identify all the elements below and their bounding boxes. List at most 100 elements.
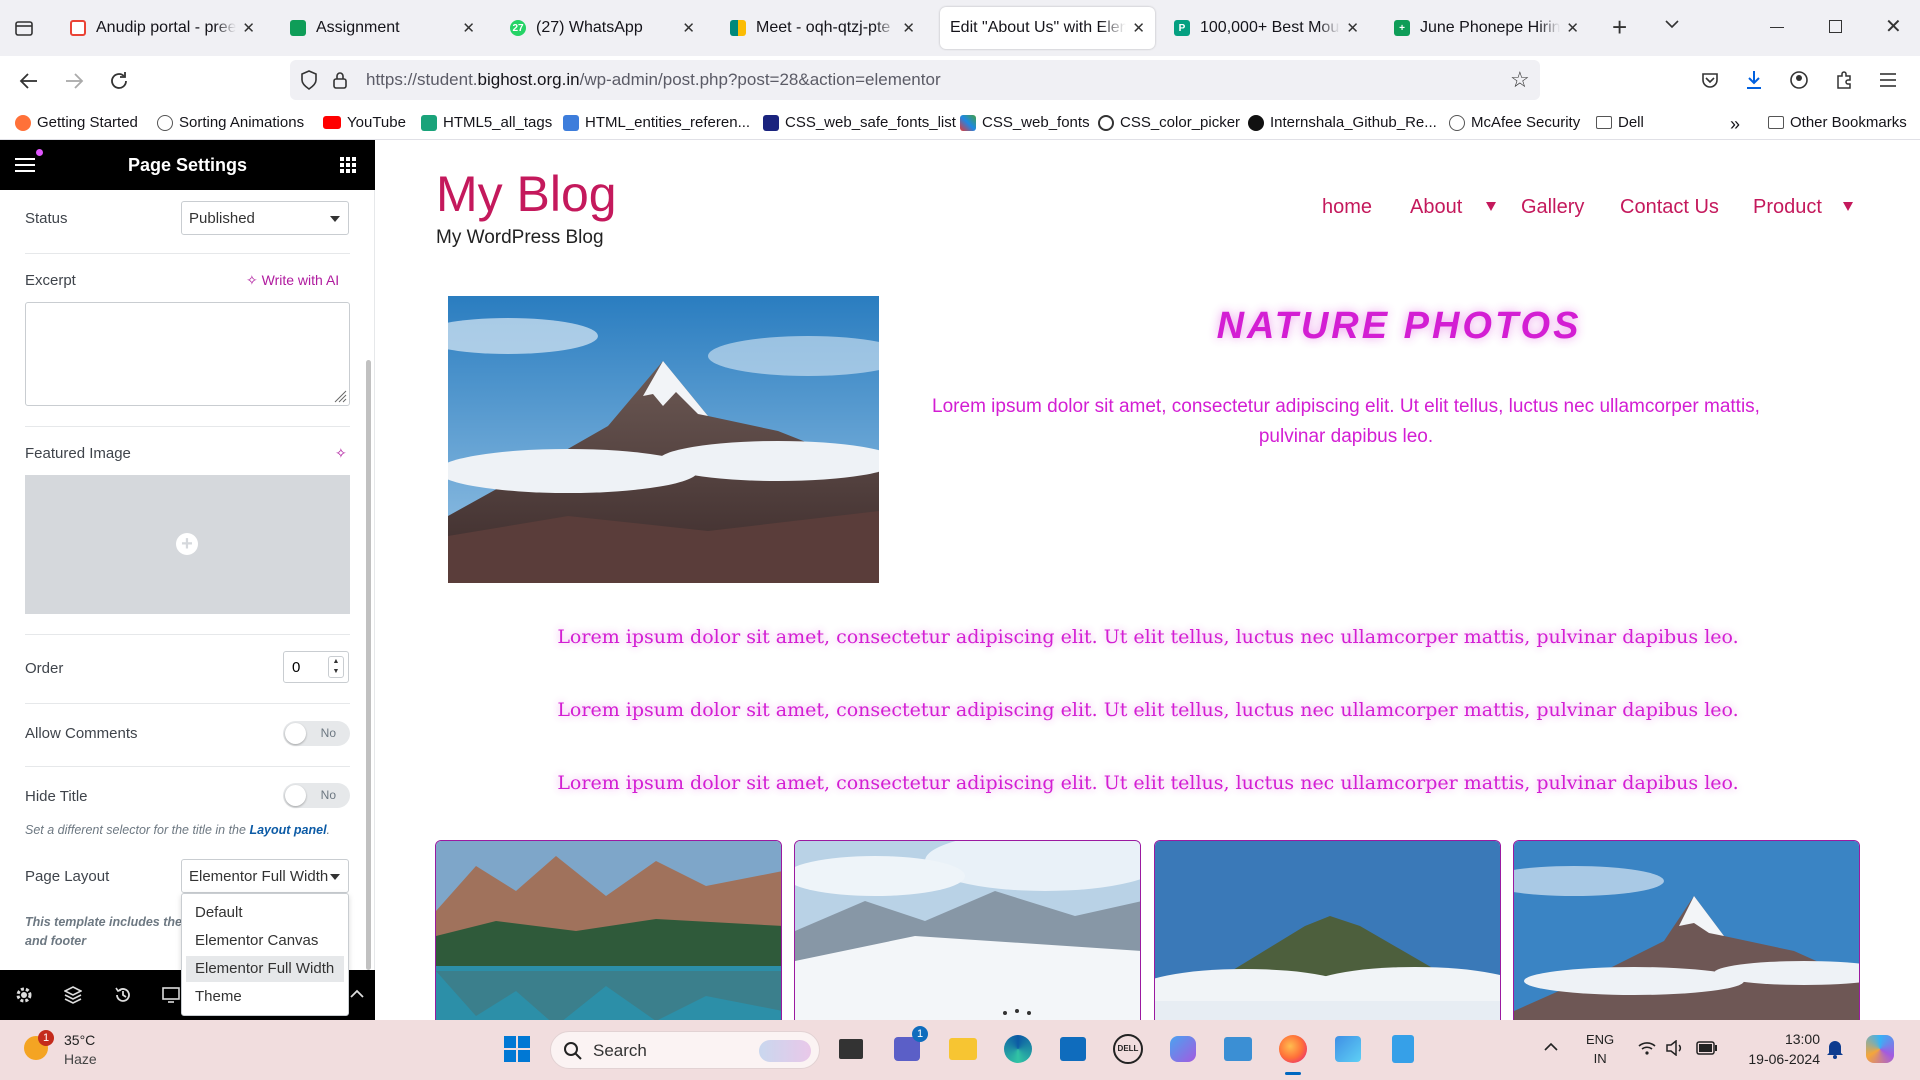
nav-gallery[interactable]: Gallery xyxy=(1521,196,1584,219)
site-title[interactable]: My Blog xyxy=(436,165,617,223)
teams-icon[interactable]: 1 xyxy=(890,1026,928,1066)
add-image-icon[interactable]: + xyxy=(176,533,198,555)
minimize-icon[interactable] xyxy=(1770,27,1784,28)
layout-option-theme[interactable]: Theme xyxy=(186,984,344,1010)
bookmark-html5[interactable]: HTML5_all_tags xyxy=(421,114,552,131)
status-select[interactable]: Published xyxy=(181,201,349,235)
close-tab-icon[interactable]: ✕ xyxy=(242,19,255,37)
order-input[interactable]: 0 ▲ ▼ xyxy=(283,651,349,683)
gallery-image-volcano[interactable] xyxy=(1154,840,1501,1020)
url-text[interactable]: https://student.bighost.org.in/wp-admin/… xyxy=(366,60,941,100)
nav-product[interactable]: Product xyxy=(1753,196,1822,219)
system-app-icon[interactable] xyxy=(1221,1032,1255,1066)
new-tab-icon[interactable]: + xyxy=(1612,12,1627,43)
gallery-image-lake[interactable] xyxy=(435,840,782,1020)
more-bookmarks-icon[interactable]: » xyxy=(1730,114,1740,135)
close-window-icon[interactable]: ✕ xyxy=(1885,14,1902,39)
close-tab-icon[interactable]: ✕ xyxy=(1346,19,1359,37)
tab-assignment[interactable]: Assignment ✕ xyxy=(280,7,485,49)
menu-icon[interactable] xyxy=(1879,72,1897,88)
nav-contact[interactable]: Contact Us xyxy=(1620,196,1719,219)
bookmark-color-picker[interactable]: CSS_color_picker xyxy=(1098,114,1240,131)
close-tab-icon[interactable]: ✕ xyxy=(902,19,915,37)
taskbar-search[interactable]: Search xyxy=(550,1031,820,1069)
shield-icon[interactable] xyxy=(300,70,318,90)
layout-panel-link[interactable]: Layout panel xyxy=(249,823,326,837)
volume-icon[interactable] xyxy=(1666,1040,1686,1056)
product-dropdown-icon[interactable] xyxy=(1843,202,1853,211)
downloads-icon[interactable] xyxy=(1744,69,1764,91)
reload-icon[interactable] xyxy=(108,70,130,92)
battery-icon[interactable] xyxy=(1696,1041,1718,1055)
settings-gear-icon[interactable] xyxy=(15,986,33,1004)
file-explorer-icon[interactable] xyxy=(946,1032,980,1066)
url-bar[interactable]: https://student.bighost.org.in/wp-admin/… xyxy=(290,60,1540,100)
widgets-grid-icon[interactable] xyxy=(340,157,356,173)
show-hidden-icons[interactable] xyxy=(1544,1042,1558,1052)
tab-elementor[interactable]: Edit "About Us" with Elementor ✕ xyxy=(940,7,1155,49)
allow-comments-toggle[interactable]: No xyxy=(283,721,350,746)
firefox-icon[interactable] xyxy=(1276,1032,1310,1066)
close-tab-icon[interactable]: ✕ xyxy=(462,19,475,37)
responsive-mode-icon[interactable] xyxy=(162,987,182,1003)
account-icon[interactable] xyxy=(1789,70,1809,90)
notification-bell-icon[interactable] xyxy=(1826,1039,1844,1059)
language-indicator[interactable]: ENG IN xyxy=(1586,1030,1614,1068)
layout-option-canvas[interactable]: Elementor Canvas xyxy=(186,928,344,954)
nav-home[interactable]: home xyxy=(1322,196,1372,219)
history-icon[interactable] xyxy=(113,985,133,1005)
forward-icon[interactable] xyxy=(63,70,85,92)
lock-icon[interactable] xyxy=(332,70,348,90)
bookmark-css-web-fonts[interactable]: CSS_web_fonts xyxy=(960,114,1090,131)
hide-title-toggle[interactable]: No xyxy=(283,783,350,808)
bookmark-mcafee[interactable]: McAfee Security xyxy=(1449,114,1580,131)
layout-option-full-width[interactable]: Elementor Full Width xyxy=(186,956,344,982)
list-all-tabs-icon[interactable] xyxy=(1664,18,1680,30)
tab-meet[interactable]: Meet - oqh-qtzj-pte ✕ xyxy=(720,7,925,49)
stepper-icon[interactable]: ▲ ▼ xyxy=(328,656,344,678)
bookmark-github[interactable]: Internshala_Github_Re... xyxy=(1248,114,1437,131)
bookmark-youtube[interactable]: YouTube xyxy=(323,114,406,131)
photos-icon[interactable] xyxy=(1331,1032,1365,1066)
close-tab-icon[interactable]: ✕ xyxy=(1132,19,1145,37)
start-windows-icon[interactable] xyxy=(500,1032,534,1066)
copilot-pre-icon[interactable] xyxy=(1866,1035,1894,1063)
gallery-image-snow[interactable] xyxy=(794,840,1141,1020)
chevron-up-icon[interactable] xyxy=(350,989,364,999)
dell-icon[interactable]: DELL xyxy=(1111,1032,1145,1066)
clock[interactable]: 13:00 19-06-2024 xyxy=(1730,1029,1820,1069)
write-with-ai-button[interactable]: ✧ Write with AI xyxy=(246,272,339,289)
notepad-icon[interactable] xyxy=(1386,1032,1420,1066)
layout-option-default[interactable]: Default xyxy=(186,900,344,926)
extensions-icon[interactable] xyxy=(1834,70,1854,90)
ai-sparkle-icon[interactable]: ✧ xyxy=(335,445,347,462)
task-view-icon[interactable] xyxy=(834,1032,868,1066)
tab-phonepe[interactable]: + June Phonepe Hiring ✕ xyxy=(1384,7,1589,49)
tab-list-icon[interactable] xyxy=(14,18,34,38)
bookmark-sorting[interactable]: Sorting Animations xyxy=(157,114,304,131)
tab-anudip[interactable]: Anudip portal - preeth ✕ xyxy=(60,7,265,49)
bookmark-star-icon[interactable]: ☆ xyxy=(1510,60,1530,100)
nav-about[interactable]: About xyxy=(1410,196,1462,219)
bookmark-getting-started[interactable]: Getting Started xyxy=(15,114,138,131)
close-tab-icon[interactable]: ✕ xyxy=(1566,19,1579,37)
navigator-layers-icon[interactable] xyxy=(64,985,82,1005)
tab-whatsapp[interactable]: 27 (27) WhatsApp ✕ xyxy=(500,7,705,49)
restore-icon[interactable] xyxy=(1829,20,1842,33)
store-icon[interactable] xyxy=(1056,1032,1090,1066)
gallery-image-peak[interactable] xyxy=(1513,840,1860,1020)
weather-widget[interactable]: 1 35°C Haze xyxy=(20,1030,130,1070)
bookmark-dell[interactable]: Dell xyxy=(1596,114,1644,131)
featured-image-placeholder[interactable]: + xyxy=(25,475,350,614)
copilot-icon[interactable] xyxy=(1166,1032,1200,1066)
tab-pexels[interactable]: P 100,000+ Best Mountain ✕ xyxy=(1164,7,1369,49)
wifi-icon[interactable] xyxy=(1638,1040,1656,1056)
pocket-icon[interactable] xyxy=(1700,70,1720,90)
other-bookmarks[interactable]: Other Bookmarks xyxy=(1768,114,1907,131)
bookmark-html-entities[interactable]: HTML_entities_referen... xyxy=(563,114,750,131)
about-dropdown-icon[interactable] xyxy=(1486,202,1496,211)
bookmark-css-fonts-list[interactable]: CSS_web_safe_fonts_list xyxy=(763,114,956,131)
back-icon[interactable] xyxy=(18,70,40,92)
resize-handle-icon[interactable] xyxy=(333,389,347,403)
panel-scrollbar[interactable] xyxy=(366,360,371,970)
